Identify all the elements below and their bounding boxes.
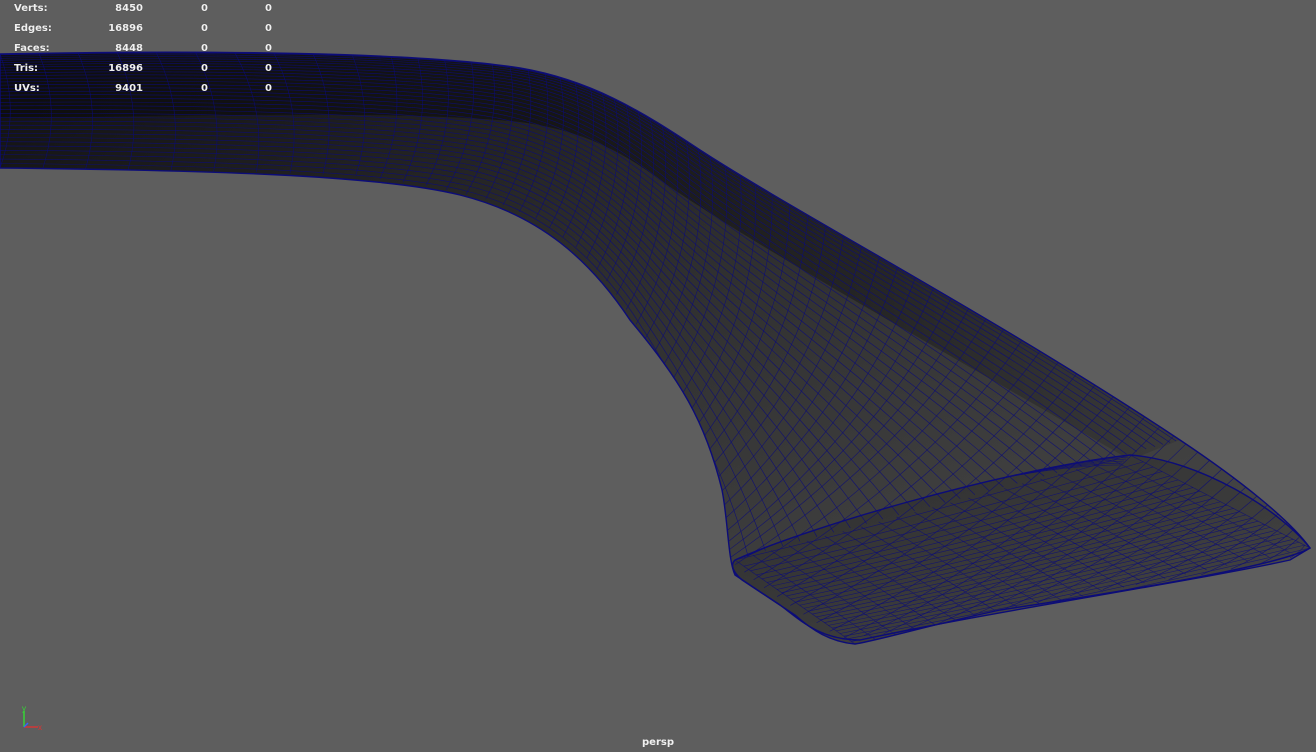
- hud-total-count: 16896: [108, 63, 143, 74]
- wireframe-mesh[interactable]: [0, 0, 1316, 752]
- hud-total-count: 8450: [115, 3, 143, 14]
- hud-row: Verts: 8450 0 0: [14, 3, 272, 17]
- hud-row-label: Tris:: [14, 63, 39, 74]
- hud-selected-count: 0: [201, 3, 208, 14]
- axis-gizmo: y x: [16, 703, 48, 735]
- axis-x-label: x: [38, 723, 42, 732]
- camera-name-label: persp: [642, 737, 674, 748]
- hud-row: Edges: 16896 0 0: [14, 23, 272, 37]
- hud-highlighted-count: 0: [265, 3, 272, 14]
- hud-row-label: Verts:: [14, 3, 48, 14]
- hud-selected-count: 0: [201, 63, 208, 74]
- hud-row-label: Edges:: [14, 23, 52, 34]
- hud-highlighted-count: 0: [265, 23, 272, 34]
- hud-row: UVs: 9401 0 0: [14, 83, 272, 97]
- hud-highlighted-count: 0: [265, 83, 272, 94]
- hud-total-count: 8448: [115, 43, 143, 54]
- hud-selected-count: 0: [201, 43, 208, 54]
- hud-selected-count: 0: [201, 23, 208, 34]
- hud-total-count: 9401: [115, 83, 143, 94]
- hud-row-label: Faces:: [14, 43, 50, 54]
- poly-count-hud: Verts: 8450 0 0 Edges: 16896 0 0 Faces: 8448 0 0 Tri…: [0, 0, 272, 100]
- hud-row-label: UVs:: [14, 83, 40, 94]
- hud-row: Tris: 16896 0 0: [14, 63, 272, 77]
- viewport-persp[interactable]: Verts: 8450 0 0 Edges: 16896 0 0 Faces: 8448 0 0 Tri…: [0, 0, 1316, 752]
- hud-row: Faces: 8448 0 0: [14, 43, 272, 57]
- hud-highlighted-count: 0: [265, 43, 272, 54]
- hud-highlighted-count: 0: [265, 63, 272, 74]
- hud-total-count: 16896: [108, 23, 143, 34]
- hud-selected-count: 0: [201, 83, 208, 94]
- axis-y-label: y: [22, 704, 26, 713]
